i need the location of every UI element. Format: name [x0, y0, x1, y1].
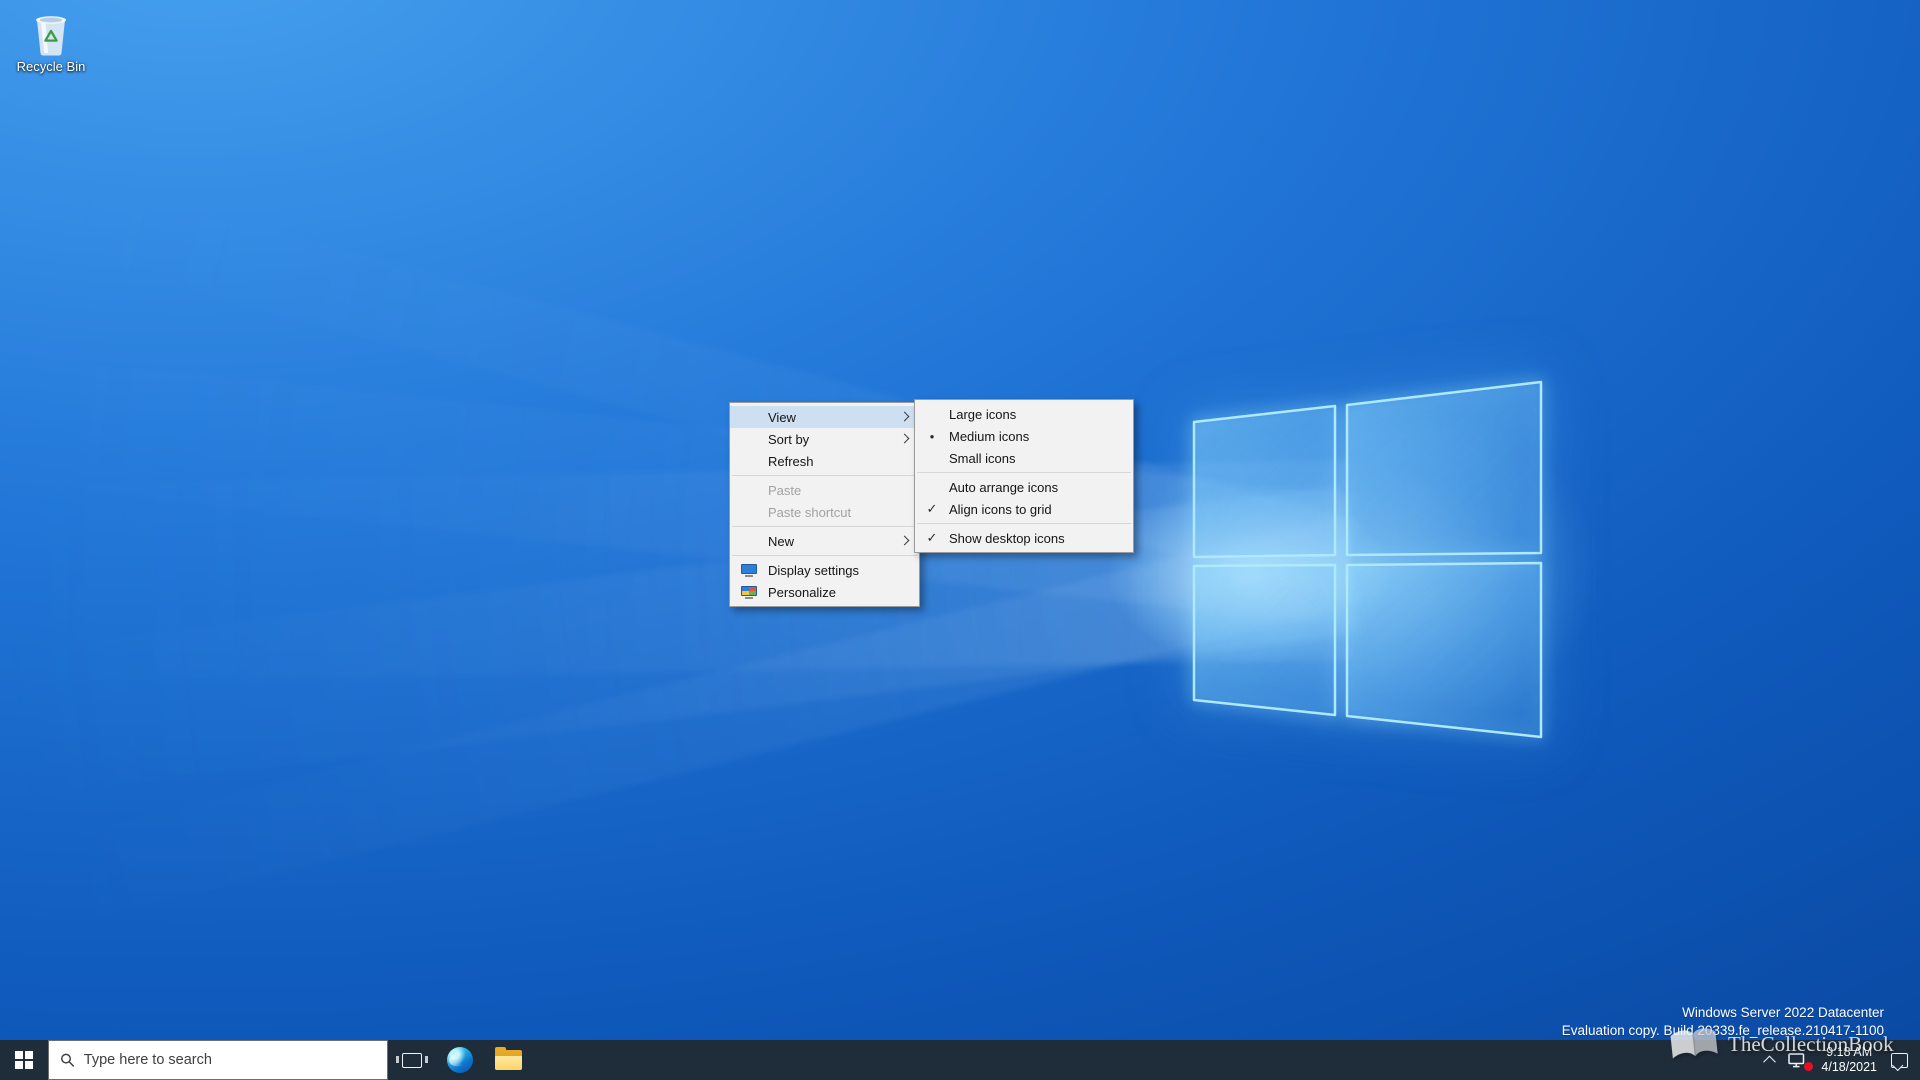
context-menu-item-new[interactable]: New: [730, 530, 919, 552]
taskbar: 9:18 AM 4/18/2021: [0, 1040, 1920, 1080]
menu-label: Medium icons: [949, 428, 1030, 444]
overlay-watermark: TheCollectionBook: [1668, 1026, 1894, 1062]
menu-separator: [732, 526, 917, 527]
menu-label: View: [768, 409, 796, 425]
menu-separator: [732, 475, 917, 476]
recycle-bin-glyph: [36, 16, 66, 56]
menu-gutter: ✓: [915, 530, 949, 546]
context-menu-item-sort-by[interactable]: Sort by: [730, 428, 919, 450]
personalize-icon: [741, 585, 757, 599]
search-icon: [61, 1053, 75, 1067]
desktop[interactable]: Recycle Bin Windows Server 2022 Datacent…: [0, 0, 1920, 1080]
task-view-button[interactable]: [388, 1040, 436, 1080]
menu-gutter: ●: [915, 432, 949, 441]
checkmark-icon: ✓: [926, 530, 938, 545]
menu-label: Personalize: [768, 584, 836, 600]
submenu-item-auto-arrange-icons[interactable]: Auto arrange icons: [915, 476, 1133, 498]
submenu-item-small-icons[interactable]: Small icons: [915, 447, 1133, 469]
menu-label: Refresh: [768, 453, 814, 469]
menu-label: New: [768, 533, 795, 549]
context-menu-item-paste-shortcut: Paste shortcut: [730, 501, 919, 523]
taskbar-search[interactable]: [48, 1040, 388, 1080]
menu-label: Show desktop icons: [949, 530, 1065, 546]
task-view-icon: [396, 1052, 428, 1068]
chevron-right-icon: [899, 535, 910, 546]
submenu-item-large-icons[interactable]: Large icons: [915, 403, 1133, 425]
context-menu-item-view[interactable]: View: [730, 406, 919, 428]
menu-gutter: [730, 563, 768, 577]
context-menu-item-personalize[interactable]: Personalize: [730, 581, 919, 603]
search-input[interactable]: [83, 1052, 376, 1068]
windows-start-icon: [15, 1051, 33, 1069]
desktop-context-menu: View Sort by Refresh Paste Paste shortcu…: [729, 402, 920, 607]
submenu-item-medium-icons[interactable]: ● Medium icons: [915, 425, 1133, 447]
overlay-watermark-text: TheCollectionBook: [1728, 1031, 1894, 1056]
notification-badge: [1804, 1061, 1814, 1071]
checkmark-icon: ✓: [926, 501, 938, 516]
submenu-item-show-desktop-icons[interactable]: ✓ Show desktop icons: [915, 527, 1133, 549]
radio-selected-icon: ●: [929, 431, 935, 441]
menu-separator: [917, 472, 1131, 473]
context-menu-item-display-settings[interactable]: Display settings: [730, 559, 919, 581]
menu-label: Small icons: [949, 450, 1016, 466]
menu-separator: [732, 555, 917, 556]
menu-label: Large icons: [949, 406, 1017, 422]
edge-icon: [447, 1047, 473, 1073]
edge-taskbar-button[interactable]: [436, 1040, 484, 1080]
context-menu-item-paste: Paste: [730, 479, 919, 501]
book-icon: [1670, 1028, 1718, 1059]
recycle-bin-label: Recycle Bin: [16, 59, 86, 74]
chevron-right-icon: [899, 411, 910, 422]
build-watermark-line1: Windows Server 2022 Datacenter: [1682, 1005, 1884, 1020]
chevron-right-icon: [899, 433, 910, 444]
menu-label: Sort by: [768, 431, 810, 447]
windows-logo-wallpaper: [1192, 380, 1543, 739]
recycle-bin-icon[interactable]: Recycle Bin: [8, 10, 94, 74]
menu-label: Paste shortcut: [768, 504, 852, 520]
menu-label: Display settings: [768, 562, 860, 578]
menu-gutter: [730, 585, 768, 599]
submenu-item-align-icons-to-grid[interactable]: ✓ Align icons to grid: [915, 498, 1133, 520]
start-button[interactable]: [0, 1040, 48, 1080]
view-submenu: Large icons ● Medium icons Small icons A…: [914, 399, 1134, 553]
context-menu-item-refresh[interactable]: Refresh: [730, 450, 919, 472]
menu-label: Auto arrange icons: [949, 479, 1059, 495]
display-settings-icon: [741, 563, 757, 577]
menu-label: Align icons to grid: [949, 501, 1052, 517]
menu-gutter: ✓: [915, 501, 949, 517]
menu-label: Paste: [768, 482, 802, 498]
clock-date: 4/18/2021: [1821, 1060, 1877, 1074]
file-explorer-taskbar-button[interactable]: [484, 1040, 532, 1080]
file-explorer-icon: [494, 1047, 522, 1070]
menu-separator: [917, 523, 1131, 524]
